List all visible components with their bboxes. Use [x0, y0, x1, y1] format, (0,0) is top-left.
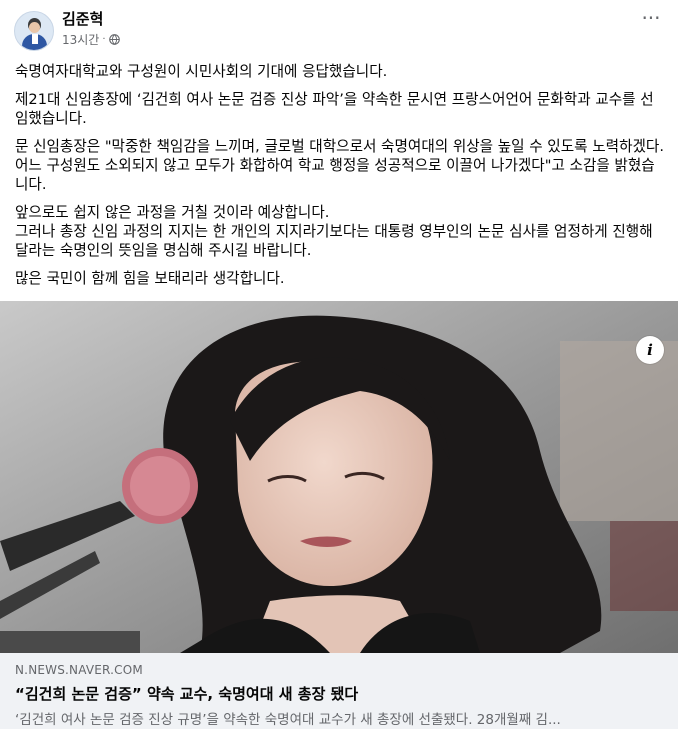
post-paragraph: 숙명여자대학교와 구성원이 시민사회의 기대에 응답했습니다.: [15, 63, 388, 80]
link-preview-image[interactable]: [0, 301, 678, 653]
link-domain: N.NEWS.NAVER.COM: [15, 663, 143, 677]
post-paragraph: 앞으로도 쉽지 않은 과정을 거칠 것이라 예상합니다. 그러나 총장 신임 과…: [15, 204, 653, 259]
post-body: 숙명여자대학교와 구성원이 시민사회의 기대에 응답했습니다. 제21대 신임총…: [15, 62, 665, 297]
link-preview[interactable]: N.NEWS.NAVER.COM “김건희 논문 검증” 약속 교수, 숙명여대…: [0, 653, 678, 729]
post-meta: 13시간 ·: [62, 31, 120, 48]
post-paragraph: 제21대 신임총장에 ‘김건희 여사 논문 검증 진상 파악’을 약속한 문시연…: [15, 91, 654, 127]
author-name[interactable]: 김준혁: [62, 8, 103, 29]
globe-icon[interactable]: [108, 34, 120, 45]
post-paragraph: 문 신임총장은 "막중한 책임감을 느끼며, 글로벌 대학으로서 숙명여대의 위…: [15, 138, 664, 193]
meta-separator: ·: [102, 34, 106, 45]
post-header: 김준혁 13시간 · ···: [0, 0, 678, 56]
link-description: ‘김건희 여사 논문 검증 진상 규명’을 약속한 숙명여대 교수가 새 총장에…: [15, 712, 561, 728]
post-time[interactable]: 13시간: [62, 31, 99, 48]
post-paragraph: 많은 국민이 함께 힘을 보태리라 생각합니다.: [15, 270, 285, 287]
author-avatar[interactable]: [14, 11, 54, 51]
more-options-icon[interactable]: ···: [638, 8, 664, 32]
info-icon[interactable]: i: [636, 336, 664, 364]
link-title[interactable]: “김건희 논문 검증” 약속 교수, 숙명여대 새 총장 됐다: [15, 683, 358, 704]
